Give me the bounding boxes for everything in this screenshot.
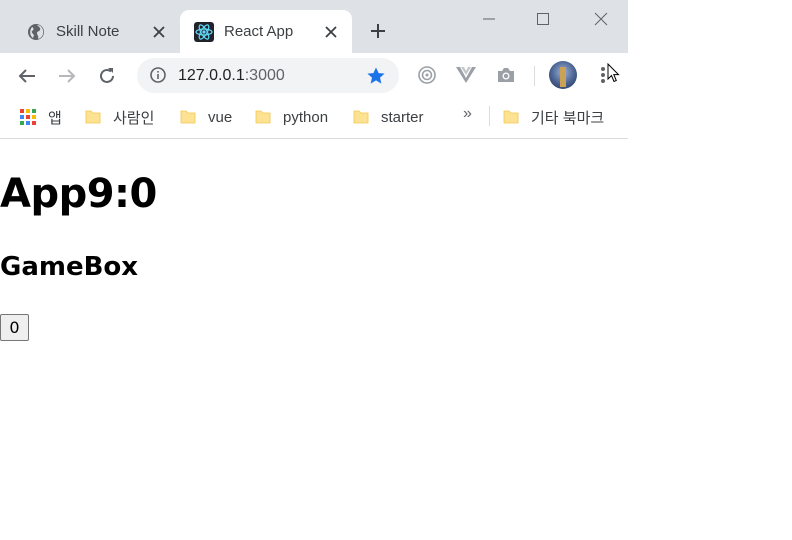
forward-arrow-icon [59, 69, 76, 83]
bookmark-folder-vue[interactable]: vue [180, 107, 232, 127]
bookmark-label: python [283, 108, 329, 126]
browser-toolbar: 127.0.0.1:3000 [0, 53, 628, 99]
plus-icon [371, 24, 385, 38]
maximize-button[interactable] [532, 8, 554, 30]
bookmark-other[interactable]: 기타 북마크 [503, 107, 604, 127]
bookmark-label: 사람인 [113, 109, 155, 127]
back-button[interactable] [15, 64, 39, 88]
close-icon [594, 12, 608, 26]
url-port: :3000 [244, 67, 285, 84]
folder-icon [503, 110, 519, 124]
address-bar[interactable]: 127.0.0.1:3000 [137, 58, 399, 93]
folder-icon [180, 110, 196, 124]
folder-icon [353, 110, 369, 124]
maximize-icon [537, 13, 549, 25]
url-text[interactable]: 127.0.0.1:3000 [178, 67, 285, 85]
vue-devtools-icon[interactable] [455, 64, 477, 86]
star-icon[interactable] [366, 66, 386, 91]
mouse-cursor-icon [607, 62, 620, 88]
bookmark-label: starter [381, 108, 424, 126]
minimize-button[interactable] [478, 8, 500, 30]
page-heading: App9:0 [0, 171, 157, 217]
reload-icon [100, 68, 114, 83]
folder-icon [85, 110, 101, 124]
tab-title: React App [224, 23, 294, 40]
bookmarks-overflow-button[interactable]: » [463, 105, 472, 123]
info-icon[interactable] [150, 67, 166, 88]
tab-title: Skill Note [56, 23, 120, 40]
bookmark-label: 앱 [48, 109, 62, 127]
apps-grid-icon [20, 109, 36, 125]
globe-icon [26, 22, 46, 42]
counter-button[interactable]: 0 [0, 314, 29, 341]
forward-button[interactable] [55, 64, 79, 88]
tab-react-app[interactable]: React App [180, 10, 352, 53]
bookmark-label: 기타 북마크 [531, 109, 605, 127]
react-logo-icon [194, 21, 214, 42]
bookmarks-bar: 앱 사람인 vue python starter 기타 북마크 [0, 99, 628, 139]
tab-strip: Skill Note React App [0, 0, 628, 53]
url-host: 127.0.0.1 [178, 67, 245, 84]
folder-icon [255, 110, 271, 124]
gamebox-heading: GameBox [0, 252, 139, 282]
bookmark-folder-starter[interactable]: starter [353, 107, 424, 127]
window-close-button[interactable] [590, 8, 612, 30]
back-arrow-icon [18, 69, 35, 83]
bookmark-label: vue [208, 108, 233, 126]
tab-skill-note[interactable]: Skill Note [12, 10, 180, 53]
browser-window: Skill Note React App 127.0.0.1:3000 앱 사람… [0, 0, 628, 139]
toolbar-separator [534, 66, 535, 86]
bookmarks-separator [489, 106, 490, 126]
bookmark-folder-python[interactable]: python [255, 107, 328, 127]
profile-avatar[interactable] [549, 61, 577, 89]
extension-target-icon[interactable] [416, 64, 438, 86]
minimize-icon [483, 18, 495, 20]
page-content: App9:0 GameBox 0 [0, 139, 792, 540]
bookmark-apps[interactable]: 앱 [20, 107, 62, 127]
camera-icon[interactable] [495, 64, 517, 86]
close-icon[interactable] [322, 23, 340, 41]
new-tab-button[interactable] [367, 20, 389, 42]
close-icon[interactable] [150, 23, 168, 41]
bookmark-folder-saramin[interactable]: 사람인 [85, 107, 154, 127]
reload-button[interactable] [95, 64, 119, 88]
